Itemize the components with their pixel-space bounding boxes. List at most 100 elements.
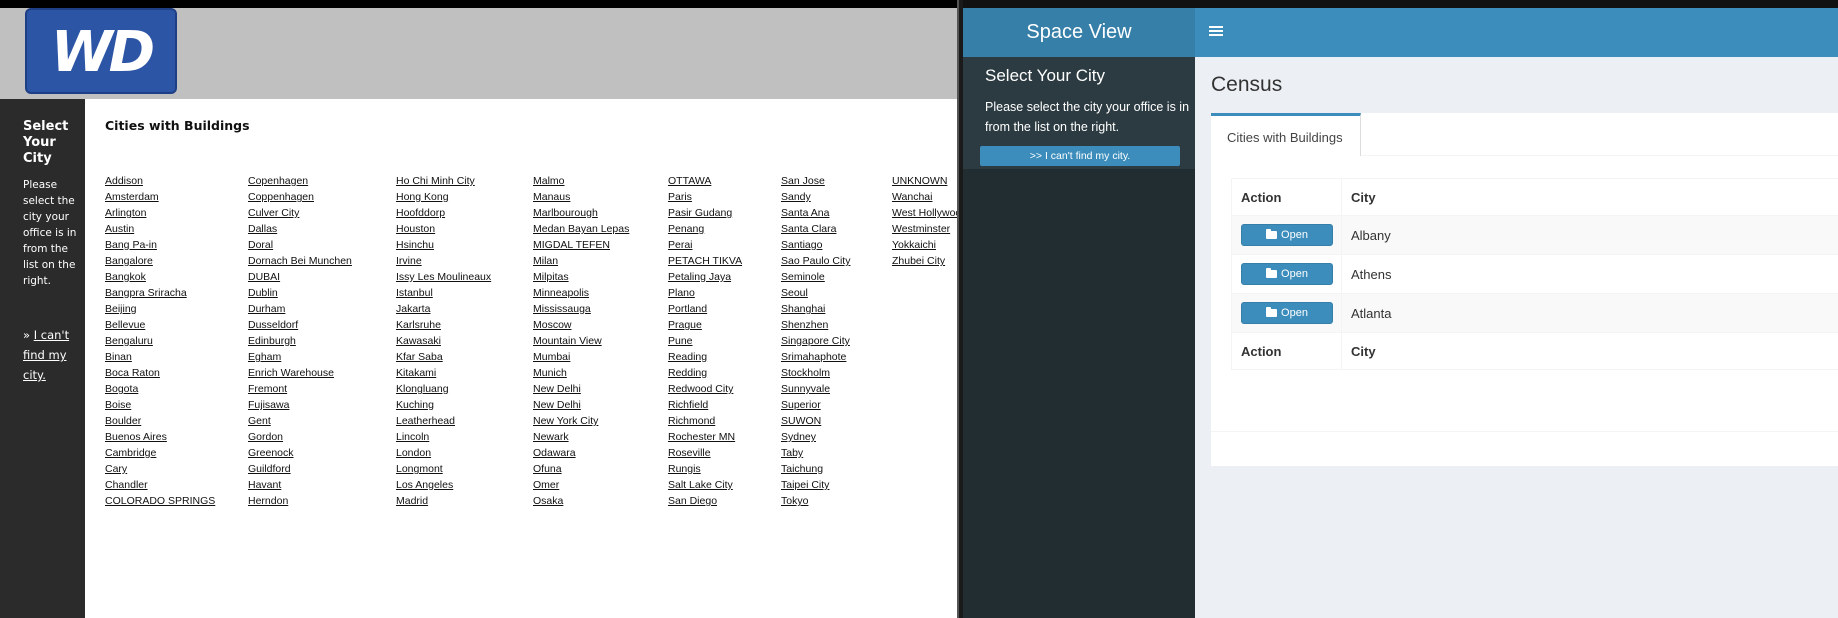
city-link[interactable]: Chandler: [105, 477, 215, 493]
city-link[interactable]: New Delhi: [533, 397, 629, 413]
city-link[interactable]: Perai: [668, 237, 742, 253]
city-link[interactable]: Doral: [248, 237, 352, 253]
city-link[interactable]: UNKNOWN: [892, 173, 957, 189]
city-link[interactable]: Rungis: [668, 461, 742, 477]
cant-find-city-button[interactable]: >> I can't find my city.: [980, 146, 1180, 166]
city-link[interactable]: Dusseldorf: [248, 317, 352, 333]
city-link[interactable]: Hoofddorp: [396, 205, 491, 221]
brand-logo[interactable]: Space View: [963, 8, 1195, 57]
city-link[interactable]: Redding: [668, 365, 742, 381]
city-link[interactable]: OTTAWA: [668, 173, 742, 189]
city-link[interactable]: Taichung: [781, 461, 850, 477]
city-link[interactable]: Klongluang: [396, 381, 491, 397]
city-link[interactable]: New Delhi: [533, 381, 629, 397]
city-link[interactable]: MIGDAL TEFEN: [533, 237, 629, 253]
city-link[interactable]: Addison: [105, 173, 215, 189]
city-link[interactable]: Edinburgh: [248, 333, 352, 349]
city-link[interactable]: Guildford: [248, 461, 352, 477]
city-link[interactable]: Kfar Saba: [396, 349, 491, 365]
city-link[interactable]: Portland: [668, 301, 742, 317]
city-link[interactable]: Jakarta: [396, 301, 491, 317]
city-link[interactable]: Taipei City: [781, 477, 850, 493]
city-link[interactable]: Mississauga: [533, 301, 629, 317]
city-link[interactable]: Kawasaki: [396, 333, 491, 349]
city-link[interactable]: Los Angeles: [396, 477, 491, 493]
city-link[interactable]: Odawara: [533, 445, 629, 461]
city-link[interactable]: Hong Kong: [396, 189, 491, 205]
city-link[interactable]: Plano: [668, 285, 742, 301]
city-link[interactable]: Shanghai: [781, 301, 850, 317]
city-link[interactable]: Kitakami: [396, 365, 491, 381]
city-link[interactable]: Coppenhagen: [248, 189, 352, 205]
city-link[interactable]: Redwood City: [668, 381, 742, 397]
city-link[interactable]: Mumbai: [533, 349, 629, 365]
city-link[interactable]: Milan: [533, 253, 629, 269]
city-link[interactable]: Istanbul: [396, 285, 491, 301]
city-link[interactable]: Santa Clara: [781, 221, 850, 237]
city-link[interactable]: Boulder: [105, 413, 215, 429]
city-link[interactable]: Karlsruhe: [396, 317, 491, 333]
city-link[interactable]: Prague: [668, 317, 742, 333]
city-link[interactable]: Pasir Gudang: [668, 205, 742, 221]
city-link[interactable]: Issy Les Moulineaux: [396, 269, 491, 285]
city-link[interactable]: Leatherhead: [396, 413, 491, 429]
city-link[interactable]: Bellevue: [105, 317, 215, 333]
city-link[interactable]: Hsinchu: [396, 237, 491, 253]
tab-cities-with-buildings[interactable]: Cities with Buildings: [1211, 113, 1361, 156]
city-link[interactable]: Penang: [668, 221, 742, 237]
city-link[interactable]: Marlbourough: [533, 205, 629, 221]
city-link[interactable]: Fujisawa: [248, 397, 352, 413]
city-link[interactable]: Ofuna: [533, 461, 629, 477]
city-link[interactable]: Kuching: [396, 397, 491, 413]
city-link[interactable]: Egham: [248, 349, 352, 365]
city-link[interactable]: Srimahaphote: [781, 349, 850, 365]
city-link[interactable]: Dallas: [248, 221, 352, 237]
city-link[interactable]: Rochester MN: [668, 429, 742, 445]
city-link[interactable]: Irvine: [396, 253, 491, 269]
city-link[interactable]: Pune: [668, 333, 742, 349]
city-link[interactable]: Enrich Warehouse: [248, 365, 352, 381]
city-link[interactable]: San Jose: [781, 173, 850, 189]
city-link[interactable]: Minneapolis: [533, 285, 629, 301]
city-link[interactable]: Santiago: [781, 237, 850, 253]
city-link[interactable]: Cary: [105, 461, 215, 477]
city-link[interactable]: Mountain View: [533, 333, 629, 349]
city-link[interactable]: Durham: [248, 301, 352, 317]
city-link[interactable]: New York City: [533, 413, 629, 429]
city-link[interactable]: Milpitas: [533, 269, 629, 285]
open-button[interactable]: Open: [1241, 263, 1333, 285]
city-link[interactable]: Buenos Aires: [105, 429, 215, 445]
city-link[interactable]: Bangalore: [105, 253, 215, 269]
city-link[interactable]: Salt Lake City: [668, 477, 742, 493]
city-link[interactable]: Tokyo: [781, 493, 850, 509]
city-link[interactable]: Malmo: [533, 173, 629, 189]
city-link[interactable]: Arlington: [105, 205, 215, 221]
city-link[interactable]: Houston: [396, 221, 491, 237]
city-link[interactable]: Manaus: [533, 189, 629, 205]
city-link[interactable]: Sunnyvale: [781, 381, 850, 397]
city-link[interactable]: Longmont: [396, 461, 491, 477]
city-link[interactable]: Reading: [668, 349, 742, 365]
city-link[interactable]: Austin: [105, 221, 215, 237]
city-link[interactable]: Wanchai: [892, 189, 957, 205]
city-link[interactable]: Moscow: [533, 317, 629, 333]
city-link[interactable]: Seoul: [781, 285, 850, 301]
city-link[interactable]: Superior: [781, 397, 850, 413]
city-link[interactable]: Richfield: [668, 397, 742, 413]
city-link[interactable]: Gordon: [248, 429, 352, 445]
city-link[interactable]: Havant: [248, 477, 352, 493]
city-link[interactable]: Munich: [533, 365, 629, 381]
hamburger-icon[interactable]: [1209, 22, 1229, 42]
city-link[interactable]: Boca Raton: [105, 365, 215, 381]
city-link[interactable]: Cambridge: [105, 445, 215, 461]
city-link[interactable]: Bang Pa-in: [105, 237, 215, 253]
city-link[interactable]: Boise: [105, 397, 215, 413]
city-link[interactable]: DUBAI: [248, 269, 352, 285]
open-button[interactable]: Open: [1241, 302, 1333, 324]
city-link[interactable]: Roseville: [668, 445, 742, 461]
city-link[interactable]: Shenzhen: [781, 317, 850, 333]
city-link[interactable]: COLORADO SPRINGS: [105, 493, 215, 509]
city-link[interactable]: Ho Chi Minh City: [396, 173, 491, 189]
city-link[interactable]: Singapore City: [781, 333, 850, 349]
city-link[interactable]: Richmond: [668, 413, 742, 429]
